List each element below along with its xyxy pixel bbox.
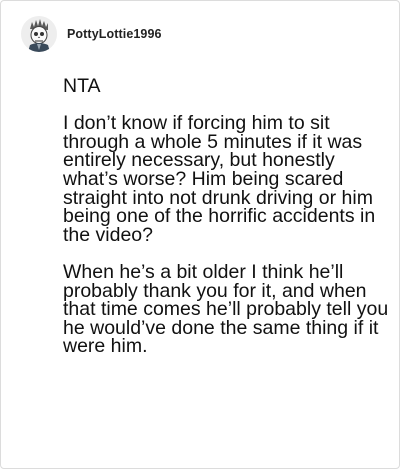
comment-paragraph: I don’t know if forcing him to sit throu… [63, 112, 376, 246]
comment-card: PottyLottie1996 NTA I don’t know if forc… [0, 0, 400, 469]
comment-body: NTA I don’t know if forcing him to sit t… [63, 75, 393, 375]
comment-paragraph: When he’s a bit older I think he’ll prob… [63, 260, 389, 358]
comment-paragraph: NTA [63, 75, 101, 97]
comment-header: PottyLottie1996 [21, 15, 162, 53]
username[interactable]: PottyLottie1996 [67, 27, 162, 41]
ghost-rider-avatar-icon [21, 16, 57, 52]
avatar[interactable] [21, 16, 57, 52]
